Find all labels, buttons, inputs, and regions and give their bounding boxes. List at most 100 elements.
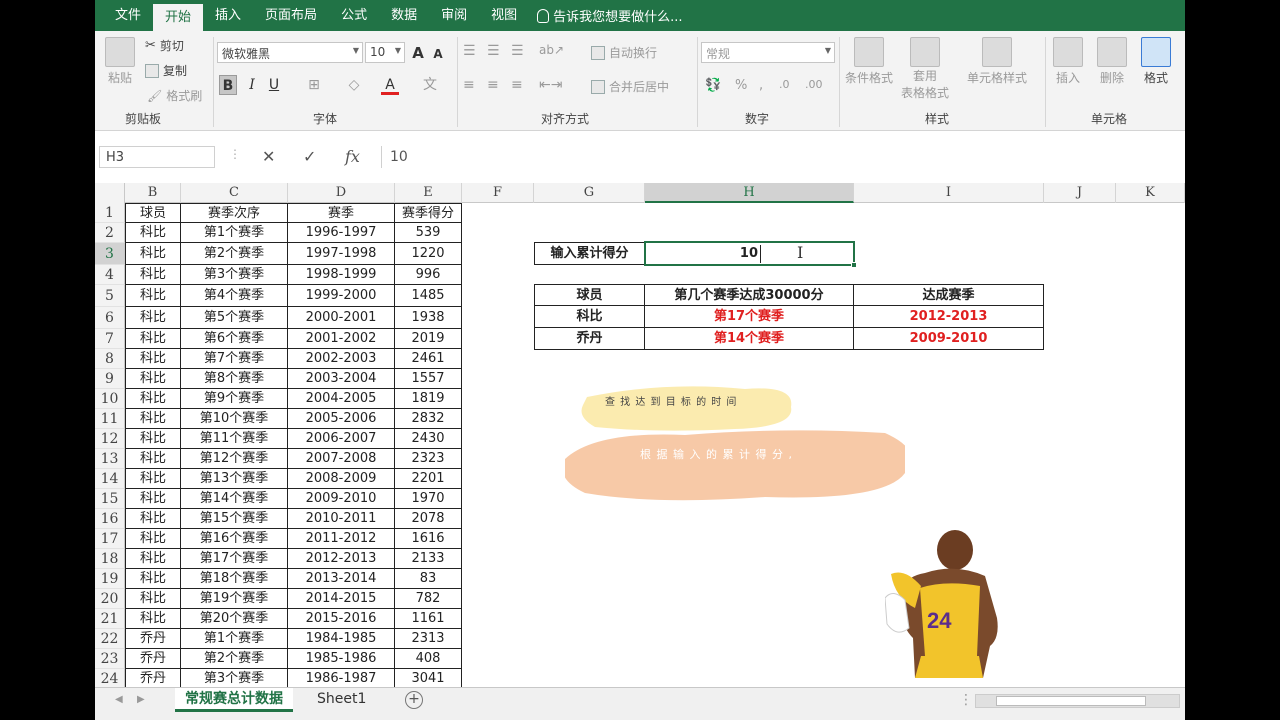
tab-view[interactable]: 视图 — [479, 0, 529, 31]
table-cell[interactable]: 第7个赛季 — [181, 349, 288, 369]
table-cell[interactable]: 1220 — [395, 243, 462, 265]
table-cell[interactable]: 第8个赛季 — [181, 369, 288, 389]
scrollbar-thumb[interactable] — [996, 696, 1146, 706]
table-cell[interactable]: 2014-2015 — [288, 589, 395, 609]
table-cell[interactable]: 第15个赛季 — [181, 509, 288, 529]
table-cell[interactable]: 2019 — [395, 329, 462, 349]
tab-home[interactable]: 开始 — [153, 4, 204, 31]
row-header-23[interactable]: 23 — [95, 649, 125, 669]
table-cell[interactable]: 2078 — [395, 509, 462, 529]
orientation-icon[interactable]: ab↗ — [539, 43, 564, 57]
table-cell[interactable]: 782 — [395, 589, 462, 609]
insert-cells-button[interactable]: 插入 — [1053, 37, 1083, 86]
tell-me-box[interactable]: 告诉我您想要做什么... — [537, 6, 683, 25]
result-header-cell[interactable]: 第几个赛季达成30000分 — [645, 284, 854, 306]
insert-function-icon[interactable]: fx — [345, 147, 360, 166]
tab-review[interactable]: 审阅 — [429, 0, 479, 31]
table-cell[interactable]: 2015-2016 — [288, 609, 395, 629]
cancel-icon[interactable]: ✕ — [262, 147, 275, 166]
table-cell[interactable]: 1998-1999 — [288, 265, 395, 285]
table-cell[interactable]: 1986-1987 — [288, 669, 395, 687]
row-header-11[interactable]: 11 — [95, 409, 125, 429]
currency-icon[interactable]: 💱 — [705, 78, 721, 93]
result-cell[interactable]: 第17个赛季 — [645, 306, 854, 328]
table-cell[interactable]: 第18个赛季 — [181, 569, 288, 589]
row-header-2[interactable]: 2 — [95, 223, 125, 243]
formula-input[interactable]: 10 — [381, 146, 1181, 168]
delete-cells-button[interactable]: 删除 — [1097, 37, 1127, 86]
table-cell[interactable]: 2010-2011 — [288, 509, 395, 529]
table-cell[interactable]: 科比 — [125, 389, 181, 409]
table-header-cell[interactable]: 赛季次序 — [181, 203, 288, 223]
result-cell[interactable]: 第14个赛季 — [645, 328, 854, 350]
table-cell[interactable]: 2001-2002 — [288, 329, 395, 349]
result-cell[interactable]: 2009-2010 — [854, 328, 1044, 350]
result-cell[interactable]: 乔丹 — [534, 328, 645, 350]
row-header-15[interactable]: 15 — [95, 489, 125, 509]
tab-page-layout[interactable]: 页面布局 — [253, 0, 329, 31]
row-header-12[interactable]: 12 — [95, 429, 125, 449]
table-cell[interactable]: 2000-2001 — [288, 307, 395, 329]
table-cell[interactable]: 第11个赛季 — [181, 429, 288, 449]
column-header-F[interactable]: F — [462, 183, 534, 203]
fill-color-icon[interactable]: ◇ — [345, 75, 363, 95]
table-cell[interactable]: 1485 — [395, 285, 462, 307]
table-cell[interactable]: 科比 — [125, 349, 181, 369]
row-header-14[interactable]: 14 — [95, 469, 125, 489]
cell-styles-button[interactable]: 单元格样式 — [967, 37, 1027, 86]
align-bottom-icon[interactable]: ☰ — [511, 43, 524, 59]
table-cell[interactable]: 2008-2009 — [288, 469, 395, 489]
horizontal-scrollbar[interactable] — [975, 694, 1180, 708]
table-cell[interactable]: 第20个赛季 — [181, 609, 288, 629]
column-header-B[interactable]: B — [125, 183, 181, 203]
table-cell[interactable]: 第1个赛季 — [181, 629, 288, 649]
row-header-4[interactable]: 4 — [95, 265, 125, 285]
table-cell[interactable]: 3041 — [395, 669, 462, 687]
select-all-corner[interactable] — [95, 183, 125, 203]
table-cell[interactable]: 83 — [395, 569, 462, 589]
table-cell[interactable]: 第3个赛季 — [181, 265, 288, 285]
table-cell[interactable]: 第3个赛季 — [181, 669, 288, 687]
borders-icon[interactable]: ⊞ — [305, 75, 323, 95]
table-cell[interactable]: 2005-2006 — [288, 409, 395, 429]
number-format-select[interactable]: 常规 ▼ — [701, 42, 835, 63]
table-cell[interactable]: 科比 — [125, 243, 181, 265]
font-size-select[interactable]: 10 ▼ — [365, 42, 405, 63]
align-top-icon[interactable]: ☰ — [463, 43, 476, 59]
paste-button[interactable]: 粘贴 — [105, 37, 135, 86]
table-cell[interactable]: 第12个赛季 — [181, 449, 288, 469]
table-cell[interactable]: 科比 — [125, 449, 181, 469]
decrease-decimal-icon[interactable]: .00 — [805, 78, 823, 91]
table-cell[interactable]: 2013-2014 — [288, 569, 395, 589]
table-cell[interactable]: 第17个赛季 — [181, 549, 288, 569]
table-cell[interactable]: 乔丹 — [125, 649, 181, 669]
table-cell[interactable]: 2313 — [395, 629, 462, 649]
table-cell[interactable]: 1970 — [395, 489, 462, 509]
column-header-K[interactable]: K — [1116, 183, 1185, 203]
copy-button[interactable]: 复制 — [145, 62, 187, 79]
worksheet-grid[interactable]: B C D E F G H I J K 1 2 3 4 5 6 7 8 9 10 11 12 13 14 1… — [95, 183, 1185, 687]
row-header-19[interactable]: 19 — [95, 569, 125, 589]
table-cell[interactable]: 科比 — [125, 509, 181, 529]
table-cell[interactable]: 科比 — [125, 329, 181, 349]
table-cell[interactable]: 科比 — [125, 429, 181, 449]
row-header-5[interactable]: 5 — [95, 285, 125, 307]
table-cell[interactable]: 2832 — [395, 409, 462, 429]
result-cell[interactable]: 2012-2013 — [854, 306, 1044, 328]
grow-font-button[interactable]: A — [409, 43, 427, 63]
table-cell[interactable]: 2004-2005 — [288, 389, 395, 409]
result-header-cell[interactable]: 达成赛季 — [854, 284, 1044, 306]
row-header-10[interactable]: 10 — [95, 389, 125, 409]
column-header-D[interactable]: D — [288, 183, 395, 203]
table-header-cell[interactable]: 赛季 — [288, 203, 395, 223]
table-cell[interactable]: 2003-2004 — [288, 369, 395, 389]
table-cell[interactable]: 乔丹 — [125, 669, 181, 687]
table-cell[interactable]: 第9个赛季 — [181, 389, 288, 409]
format-cells-button[interactable]: 格式 — [1141, 37, 1171, 86]
table-cell[interactable]: 第6个赛季 — [181, 329, 288, 349]
conditional-format-button[interactable]: 条件格式 — [845, 37, 893, 86]
table-cell[interactable]: 乔丹 — [125, 629, 181, 649]
column-header-G[interactable]: G — [534, 183, 645, 203]
font-name-select[interactable]: 微软雅黑 ▼ — [217, 42, 363, 63]
table-cell[interactable]: 1616 — [395, 529, 462, 549]
